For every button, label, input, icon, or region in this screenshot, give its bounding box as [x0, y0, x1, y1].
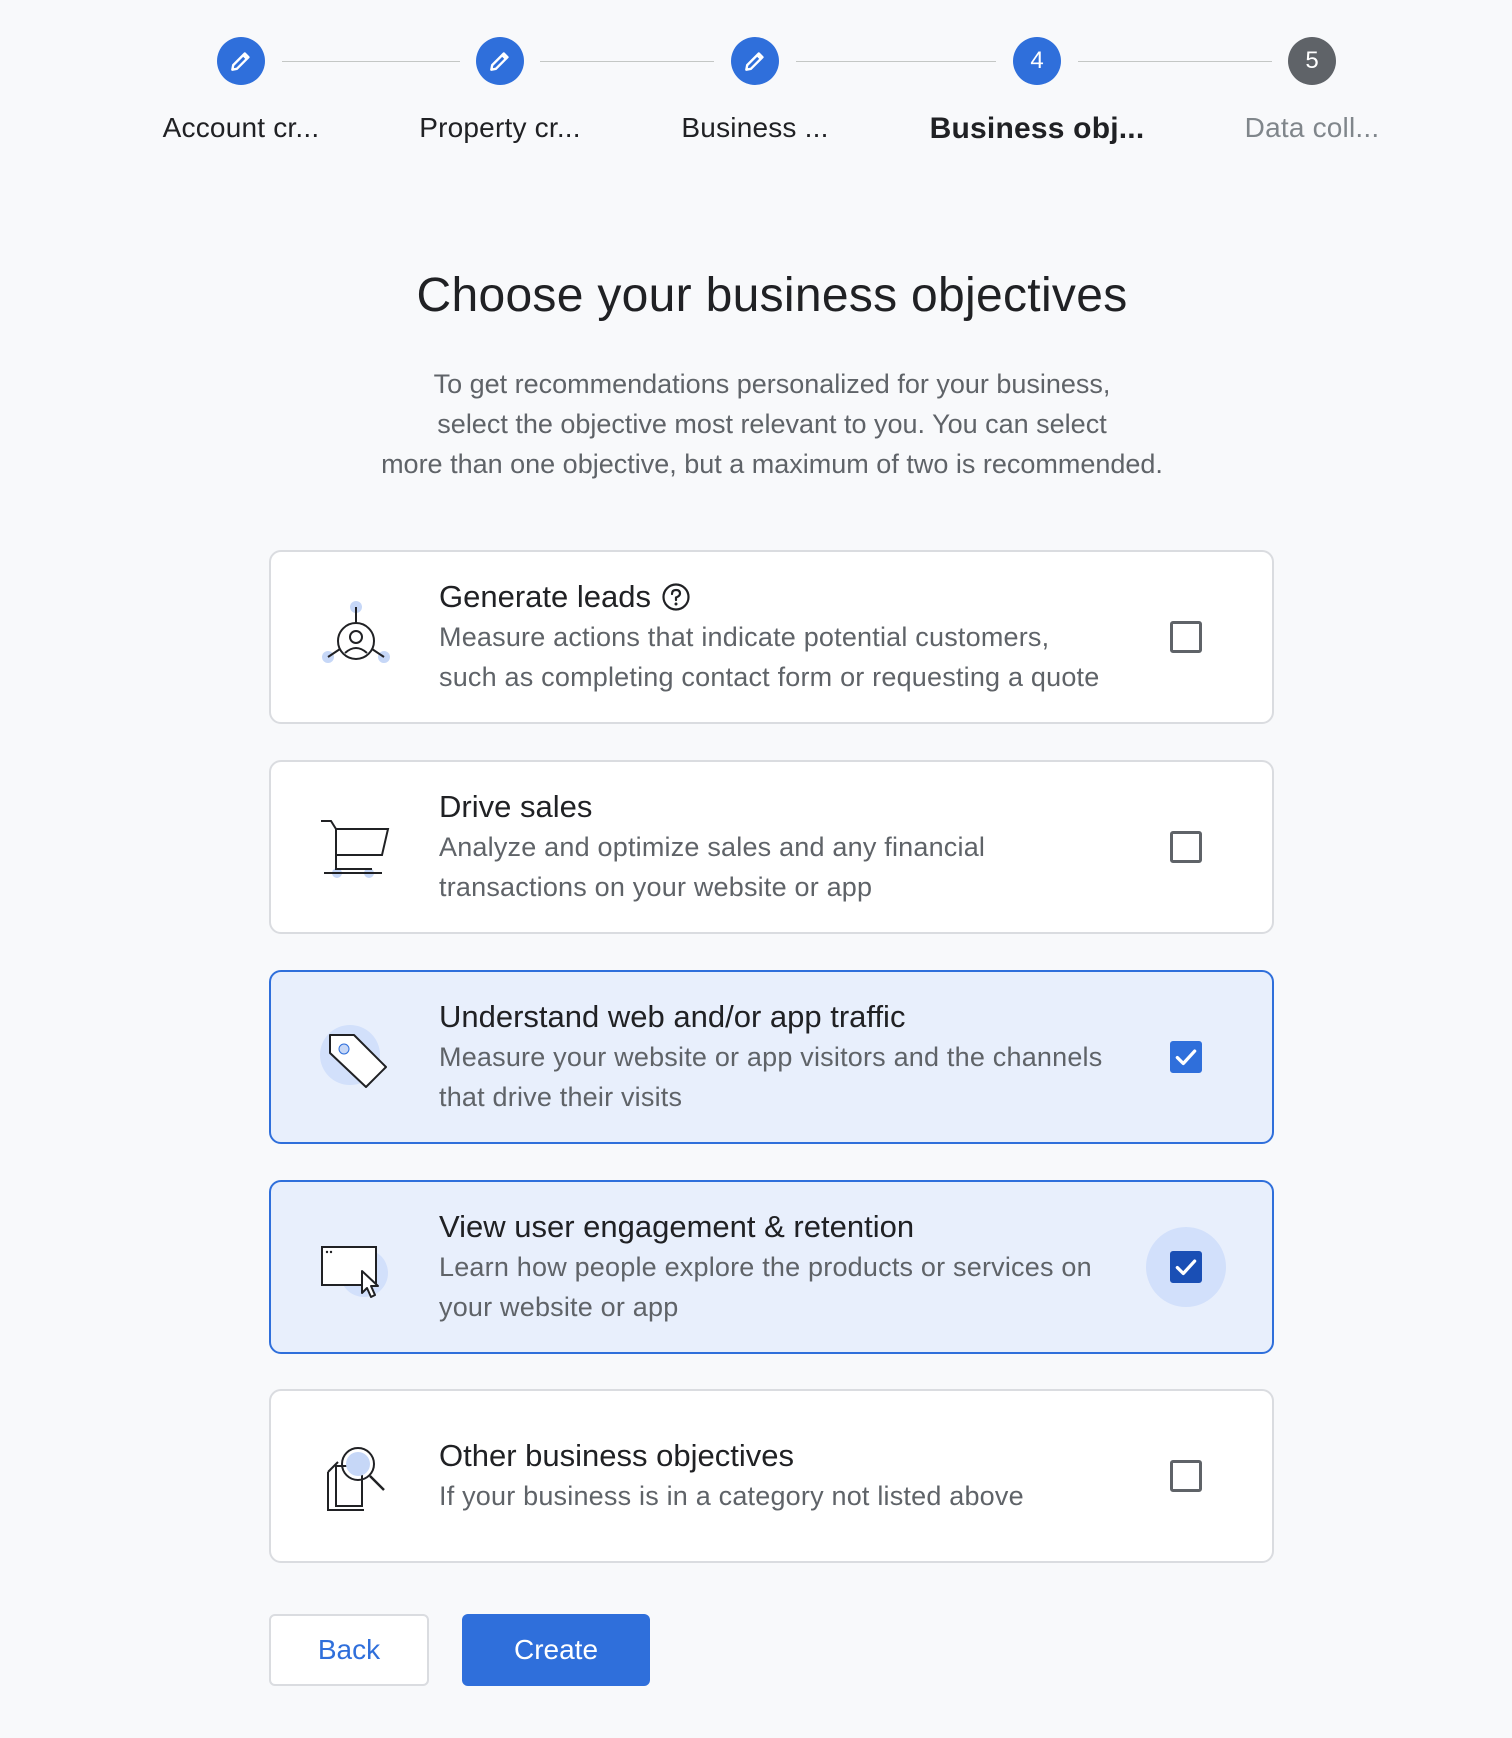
web-app-traffic-checkbox[interactable] [1170, 1041, 1202, 1073]
browser-cursor-icon [316, 1227, 396, 1307]
help-circle-icon[interactable] [661, 582, 691, 612]
subtitle-line: To get recommendations personalized for … [433, 369, 1111, 399]
objective-title-row: Generate leads [439, 577, 1152, 617]
subtitle-line: more than one objective, but a maximum o… [381, 449, 1163, 479]
step-business-details[interactable]: Business ... [625, 37, 885, 144]
objective-title: Generate leads [439, 579, 651, 614]
leads-icon [316, 597, 396, 677]
other-objectives-checkbox[interactable] [1170, 1460, 1202, 1492]
step-done-circle [476, 37, 524, 85]
pencil-icon [231, 52, 250, 71]
objective-card-other[interactable]: Other business objectives If your busine… [269, 1389, 1274, 1563]
objective-card-user-engagement[interactable]: View user engagement & retention Learn h… [269, 1180, 1274, 1354]
objective-description: Measure actions that indicate potential … [439, 617, 1152, 697]
page-title: Choose your business objectives [416, 269, 1128, 322]
objective-description: Measure your website or app visitors and… [439, 1037, 1152, 1117]
step-label-future: Data coll... [1244, 112, 1380, 143]
step-label: Property cr... [419, 112, 581, 143]
description-line: Measure actions that indicate potential … [439, 622, 1050, 652]
pencil-icon [490, 52, 509, 71]
objective-card-drive-sales[interactable]: Drive sales Analyze and optimize sales a… [269, 760, 1274, 934]
document-search-icon [316, 1436, 396, 1516]
step-current-circle: 4 [1013, 37, 1061, 85]
description-line: such as completing contact form or reque… [439, 662, 1100, 692]
objective-description: If your business is in a category not li… [439, 1476, 1152, 1516]
objective-text: Understand web and/or app traffic Measur… [439, 997, 1152, 1117]
step-label-current: Business obj... [929, 112, 1145, 145]
generate-leads-checkbox[interactable] [1170, 621, 1202, 653]
objective-card-generate-leads[interactable]: Generate leads Measure actions that indi… [269, 550, 1274, 724]
description-line: your website or app [439, 1292, 679, 1322]
step-done-circle [217, 37, 265, 85]
checkbox-container [1146, 1017, 1226, 1097]
objective-text: Generate leads Measure actions that indi… [439, 577, 1152, 697]
step-label: Account cr... [162, 112, 320, 143]
objective-description: Analyze and optimize sales and any finan… [439, 827, 1152, 907]
step-future-circle: 5 [1288, 37, 1336, 85]
stepper: Account cr... Property cr... Business ..… [0, 0, 1512, 180]
pencil-icon [745, 52, 764, 71]
checkbox-container [1146, 597, 1226, 677]
step-account-creation[interactable]: Account cr... [111, 37, 371, 144]
checkmark-icon [1175, 1049, 1197, 1066]
objective-title: Other business objectives [439, 1438, 794, 1473]
page-subtitle: To get recommendations personalized for … [0, 364, 1512, 484]
checkbox-focus-ring [1146, 1227, 1226, 1307]
checkbox-container [1146, 1436, 1226, 1516]
tag-icon [316, 1017, 396, 1097]
subtitle-line: select the objective most relevant to yo… [437, 409, 1107, 439]
shopping-cart-icon [316, 807, 396, 887]
step-data-collection: 5 Data coll... [1182, 37, 1442, 144]
description-line: If your business is in a category not li… [439, 1481, 1024, 1511]
step-business-objectives[interactable]: 4 Business obj... [907, 37, 1167, 146]
checkmark-icon [1175, 1259, 1197, 1276]
objective-title: Understand web and/or app traffic [439, 999, 906, 1034]
objective-text: Other business objectives If your busine… [439, 1436, 1152, 1516]
user-engagement-checkbox[interactable] [1170, 1251, 1202, 1283]
objective-card-web-app-traffic[interactable]: Understand web and/or app traffic Measur… [269, 970, 1274, 1144]
description-line: Measure your website or app visitors and… [439, 1042, 1103, 1072]
step-property-creation[interactable]: Property cr... [370, 37, 630, 144]
description-line: that drive their visits [439, 1082, 683, 1112]
create-button[interactable]: Create [462, 1614, 650, 1686]
objective-title: View user engagement & retention [439, 1209, 915, 1244]
step-done-circle [731, 37, 779, 85]
checkbox-container [1146, 807, 1226, 887]
back-button[interactable]: Back [269, 1614, 429, 1686]
objective-text: View user engagement & retention Learn h… [439, 1207, 1152, 1327]
objective-title: Drive sales [439, 789, 593, 824]
objective-text: Drive sales Analyze and optimize sales a… [439, 787, 1152, 907]
description-line: transactions on your website or app [439, 872, 873, 902]
description-line: Learn how people explore the products or… [439, 1252, 1092, 1282]
step-label: Business ... [681, 112, 829, 143]
drive-sales-checkbox[interactable] [1170, 831, 1202, 863]
description-line: Analyze and optimize sales and any finan… [439, 832, 986, 862]
objective-description: Learn how people explore the products or… [439, 1247, 1152, 1327]
